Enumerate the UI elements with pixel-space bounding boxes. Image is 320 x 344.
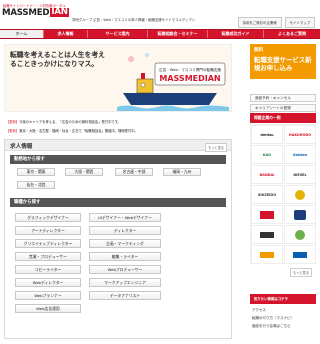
partner-logo[interactable] bbox=[284, 245, 316, 264]
jobtype-sales-producer[interactable]: 営業・プロデューサー bbox=[15, 252, 81, 261]
job-search-panel: 求人情報 もっと見る 勤務地から探す 東京・関東 大阪・関西 名古屋・中部 福岡… bbox=[4, 139, 232, 339]
jobtype-planning-marketing[interactable]: 企画・マーケティング bbox=[89, 239, 161, 248]
career-sheet-button[interactable]: キャリアシートの登録 bbox=[250, 104, 316, 112]
partners-more-button[interactable]: もっと見る bbox=[290, 268, 312, 277]
interview-booking-button[interactable]: 面談予約・キャンセル bbox=[250, 94, 316, 102]
news-tag: 【更新】 bbox=[6, 129, 20, 133]
partners-heading: 掲載企業の一例 bbox=[250, 113, 316, 123]
partner-logo[interactable]: dentsu bbox=[251, 125, 283, 144]
jobtype-director[interactable]: ディレクター bbox=[89, 226, 161, 235]
jobtype-creative-director[interactable]: クリエイティブディレクター bbox=[15, 239, 81, 248]
jobtype-web-director[interactable]: Webディレクター bbox=[15, 278, 81, 287]
jobtype-web-planner[interactable]: Webプランナー bbox=[15, 291, 81, 300]
partner-logo[interactable] bbox=[251, 225, 283, 244]
partner-logo[interactable] bbox=[251, 245, 283, 264]
jobtype-art-director[interactable]: アートディレクター bbox=[15, 226, 81, 235]
site-header: 転職サイトパートナー｜人材情報ポータル MASSMED IAN 学研グループ 広告… bbox=[0, 0, 320, 28]
news-list: 【更新】今後のキャリアを考える、「広告のための無料相談会」受付中です。 【更新】… bbox=[4, 116, 232, 138]
header-buttons: 採用をご検討の企業様 サイトマップ bbox=[237, 17, 315, 28]
jobtype-ui-web-designer[interactable]: UIデザイナー・Webデザイナー bbox=[89, 213, 161, 222]
partner-logo[interactable]: BANDAI bbox=[251, 165, 283, 184]
employer-button[interactable]: 採用をご検討の企業様 bbox=[237, 17, 282, 28]
partner-logo[interactable] bbox=[251, 205, 283, 224]
area-sendai[interactable]: 仙台・北陸 bbox=[17, 181, 55, 189]
global-nav: ホーム 求人情報 サービス案内 転職相談会・セミナー 転職成功ガイド よくあるご… bbox=[0, 29, 320, 39]
jobtype-data-analyst[interactable]: データアナリスト bbox=[89, 291, 161, 300]
area-nagoya[interactable]: 名古屋・中部 bbox=[115, 168, 153, 176]
logo-accent: IAN bbox=[50, 7, 69, 17]
knowhow-heading: 知りたい情報はコチラ bbox=[250, 294, 316, 304]
jobtype-web-producer[interactable]: Webプロデューサー bbox=[89, 265, 161, 274]
nav-faq[interactable]: よくあるご質問 bbox=[264, 30, 320, 38]
partner-logo[interactable]: HAKUHODO bbox=[284, 125, 316, 144]
ship-label: MASSMEDIAN bbox=[159, 74, 220, 83]
area-fukuoka[interactable]: 福岡・九州 bbox=[163, 168, 201, 176]
hero-text: 転職を考えることは人生を考えることきっかけになりマス。 bbox=[10, 51, 105, 68]
nav-home[interactable]: ホーム bbox=[0, 30, 44, 38]
news-item[interactable]: 【更新】今後のキャリアを考える、「広告のための無料相談会」受付中です。 bbox=[6, 119, 121, 124]
job-panel-title: 求人情報 bbox=[10, 144, 33, 150]
area-osaka[interactable]: 大阪・関西 bbox=[65, 168, 103, 176]
logo-main: MASSMED bbox=[2, 7, 50, 18]
nav-seminars[interactable]: 転職相談会・セミナー bbox=[148, 30, 208, 38]
partner-logo[interactable] bbox=[284, 205, 316, 224]
news-text: 東京・大阪・名古屋・福岡・仙台・広島で「転職相談会」開催中。随時受付中。 bbox=[19, 129, 138, 133]
ship-illustration: 広告・Web・マスコミ専門の転職支援 MASSMEDIAN bbox=[117, 49, 229, 111]
news-item[interactable]: 【更新】東京・大阪・名古屋・福岡・仙台・広島で「転職相談会」開催中。随時受付中。 bbox=[6, 128, 138, 133]
jobtype-heading: 職種から探す bbox=[10, 198, 226, 207]
site-logo[interactable]: MASSMED IAN bbox=[2, 7, 69, 18]
knowhow-link[interactable]: 転職のやり方（マスナビ） bbox=[252, 316, 294, 321]
sitemap-button[interactable]: サイトマップ bbox=[284, 17, 315, 28]
job-panel-header: 求人情報 もっと見る bbox=[5, 140, 231, 152]
signup-banner-main: 転職支援サービス新規お申し込み bbox=[254, 56, 312, 72]
jobtype-markup-engineer[interactable]: マークアップエンジニア bbox=[89, 278, 161, 287]
news-text: 今後のキャリアを考える、「広告のための無料相談会」受付中です。 bbox=[19, 120, 121, 124]
header-subheading: 学研グループ 広告・Web・マスコミの求人情報・転職支援サイトマスメディアン bbox=[72, 18, 196, 22]
nav-services[interactable]: サービス案内 bbox=[88, 30, 148, 38]
partner-logos: dentsu HAKUHODO KAO Gakken BANDAI DIESEL… bbox=[250, 124, 316, 264]
hero-banner[interactable]: 転職を考えることは人生を考えることきっかけになりマス。 広告・Web・マスコミ専… bbox=[4, 44, 232, 112]
jobtype-graphic-designer[interactable]: グラフィックデザイナー bbox=[15, 213, 81, 222]
knowhow-link[interactable]: 面談を行う会場はこちら bbox=[252, 324, 291, 329]
job-more-button[interactable]: もっと見る bbox=[205, 143, 227, 152]
nav-jobs[interactable]: 求人情報 bbox=[44, 30, 88, 38]
jobtype-web-ad-operation[interactable]: Web広告運用 bbox=[15, 304, 81, 313]
ship-caption: 広告・Web・マスコミ専門の転職支援 bbox=[159, 67, 221, 72]
area-tokyo[interactable]: 東京・関東 bbox=[17, 168, 55, 176]
partner-logo[interactable]: DIESEL bbox=[284, 165, 316, 184]
partner-logo[interactable]: Gakken bbox=[284, 145, 316, 164]
nav-guide[interactable]: 転職成功ガイド bbox=[208, 30, 264, 38]
signup-banner-small: 無料 bbox=[254, 48, 264, 53]
partner-logo[interactable]: KAO bbox=[251, 145, 283, 164]
news-tag: 【更新】 bbox=[6, 120, 20, 124]
jobtype-editor-writer[interactable]: 編集・ライター bbox=[89, 252, 161, 261]
jobtype-copywriter[interactable]: コピーライター bbox=[15, 265, 81, 274]
sidebar: 無料 転職支援サービス新規お申し込み 面談予約・キャンセル キャリアシートの登録… bbox=[250, 44, 316, 344]
partner-logo[interactable]: SHIZEIDO bbox=[251, 185, 283, 204]
partner-logo[interactable] bbox=[284, 225, 316, 244]
area-heading: 勤務地から探す bbox=[10, 155, 226, 164]
knowhow-link[interactable]: アクセス bbox=[252, 308, 266, 313]
partner-logo[interactable] bbox=[284, 185, 316, 204]
signup-banner[interactable]: 無料 転職支援サービス新規お申し込み bbox=[250, 44, 316, 79]
